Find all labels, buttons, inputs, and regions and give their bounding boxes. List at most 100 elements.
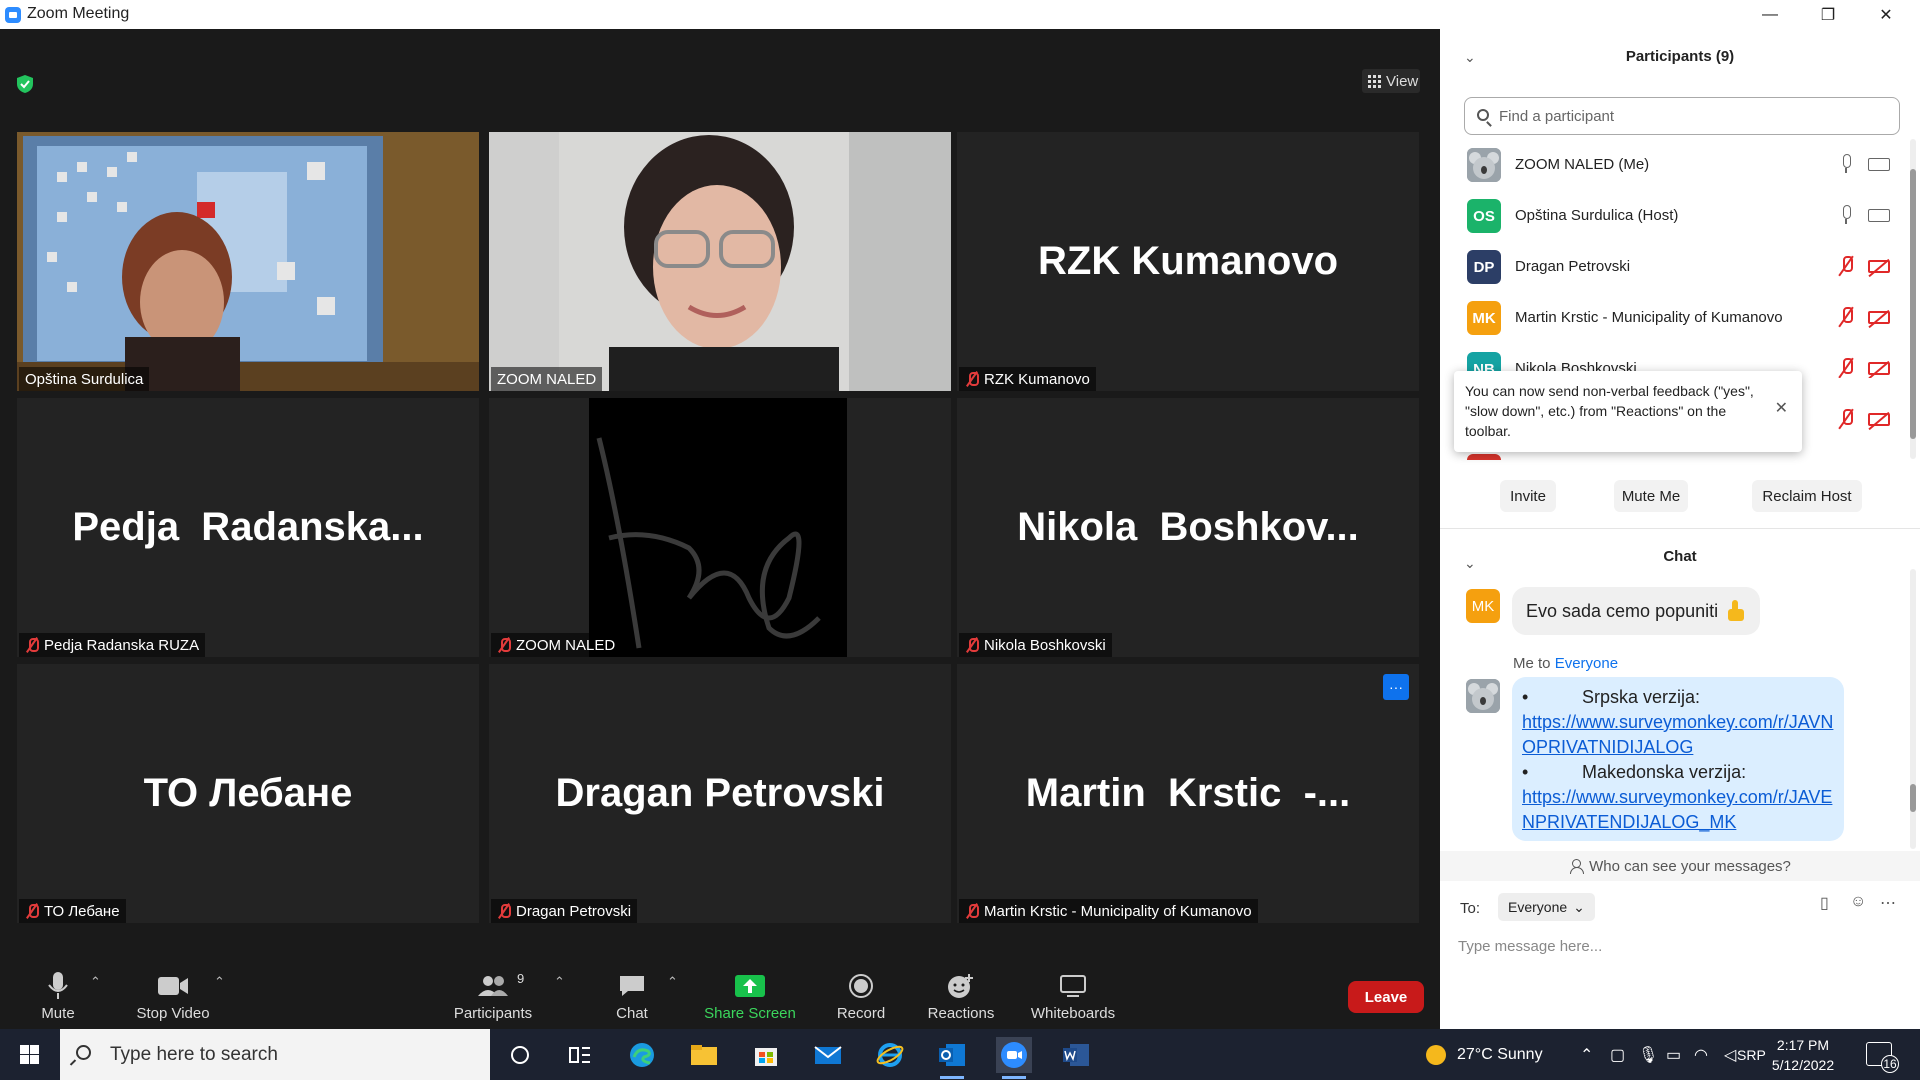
cortana-icon[interactable] <box>502 1037 538 1073</box>
participant-row[interactable]: ZOOM NALED (Me) <box>1440 140 1900 191</box>
notification-center-icon[interactable]: 16 <box>1866 1042 1899 1073</box>
participant-name-display: Pedja Radanska... <box>72 505 424 549</box>
microphone-icon[interactable] <box>1840 154 1852 174</box>
battery-icon[interactable]: ▭ <box>1666 1029 1681 1080</box>
internet-explorer-icon[interactable] <box>872 1037 908 1073</box>
muted-mic-icon <box>25 637 39 653</box>
microsoft-store-icon[interactable] <box>748 1037 784 1073</box>
video-tile-opstina-surdulica[interactable]: Opština Surdulica <box>17 132 479 391</box>
record-button[interactable]: Record <box>830 952 892 1029</box>
meeting-tray-icon[interactable]: ▢ <box>1610 1029 1625 1080</box>
recipient-dropdown[interactable]: Everyone ⌄ <box>1498 893 1595 921</box>
view-button[interactable]: View <box>1362 69 1420 93</box>
language-indicator[interactable]: SRP <box>1737 1029 1766 1080</box>
panel-divider <box>1440 528 1920 529</box>
speaker-icon[interactable]: ◁ <box>1724 1029 1736 1080</box>
chat-options-chevron-icon[interactable]: ⌃ <box>667 974 678 990</box>
video-off-icon[interactable] <box>1868 260 1890 273</box>
chat-scroll-thumb[interactable] <box>1910 784 1916 812</box>
start-button[interactable] <box>0 1029 58 1080</box>
avatar <box>1467 148 1501 182</box>
more-options-icon[interactable]: ⋯ <box>1880 893 1896 913</box>
reactions-button[interactable]: Reactions <box>925 952 997 1029</box>
share-screen-icon <box>735 975 765 997</box>
minimize-button[interactable]: — <box>1741 0 1799 29</box>
task-view-icon[interactable] <box>562 1037 598 1073</box>
video-tile-nikola-boshkovski[interactable]: Nikola Boshkov... Nikola Boshkovski <box>957 398 1419 657</box>
video-tile-dragan-petrovski[interactable]: Dragan Petrovski Dragan Petrovski <box>489 664 951 923</box>
video-camera-icon[interactable] <box>1868 209 1890 222</box>
video-feed-signature <box>489 398 951 657</box>
wifi-icon[interactable]: ◠ <box>1694 1029 1708 1080</box>
participant-row[interactable]: OS Opština Surdulica (Host) <box>1440 191 1900 242</box>
taskbar-search-input[interactable] <box>60 1029 490 1080</box>
participants-scrollbar[interactable] <box>1910 139 1916 459</box>
mute-me-button[interactable]: Mute Me <box>1614 480 1688 512</box>
chat-message-input[interactable] <box>1458 931 1898 961</box>
reclaim-host-button[interactable]: Reclaim Host <box>1752 480 1862 512</box>
file-icon[interactable]: ▯ <box>1820 893 1829 913</box>
show-hidden-icons-chevron-icon[interactable]: ⌃ <box>1580 1029 1593 1080</box>
avatar: MK <box>1466 589 1500 623</box>
chat-button[interactable]: Chat <box>600 952 664 1029</box>
encryption-shield-icon[interactable] <box>15 74 35 94</box>
word-icon[interactable] <box>1058 1037 1094 1073</box>
chat-scrollbar[interactable] <box>1910 569 1916 849</box>
video-tile-zoom-naled[interactable]: ZOOM NALED <box>489 132 951 391</box>
close-button[interactable]: ✕ <box>1857 0 1915 29</box>
edge-icon[interactable] <box>624 1037 660 1073</box>
participants-button[interactable]: 9 Participants <box>450 952 536 1029</box>
video-options-chevron-icon[interactable]: ⌃ <box>214 974 225 990</box>
file-explorer-icon[interactable] <box>686 1037 722 1073</box>
chat-title: Chat <box>1663 548 1697 565</box>
video-tile-rzk-kumanovo[interactable]: RZK Kumanovo RZK Kumanovo <box>957 132 1419 391</box>
muted-mic-icon[interactable] <box>1840 256 1853 276</box>
video-camera-icon[interactable] <box>1868 158 1890 171</box>
stop-video-button[interactable]: Stop Video <box>130 952 216 1029</box>
muted-mic-icon[interactable] <box>1840 307 1853 327</box>
find-participant-input[interactable]: Find a participant <box>1464 97 1900 135</box>
record-icon <box>849 974 873 998</box>
video-off-icon[interactable] <box>1868 311 1890 324</box>
muted-mic-icon <box>25 903 39 919</box>
bullet: • <box>1522 762 1529 782</box>
chat-bubble-icon <box>620 976 644 996</box>
who-can-see-link[interactable]: Who can see your messages? <box>1440 851 1920 881</box>
microphone-icon[interactable] <box>1840 205 1852 225</box>
survey-link-serbian[interactable]: https://www.surveymonkey.com/r/JAVNOPRIV… <box>1522 712 1833 757</box>
mail-icon[interactable] <box>810 1037 846 1073</box>
outlook-icon[interactable] <box>934 1037 970 1079</box>
taskbar-clock[interactable]: 2:17 PM 5/12/2022 <box>1765 1035 1841 1075</box>
restore-button[interactable]: ❐ <box>1799 0 1857 29</box>
muted-mic-icon[interactable] <box>1840 358 1853 378</box>
microphone-tray-icon[interactable]: 🎙 <box>1638 1029 1658 1080</box>
video-tile-zoom-naled-2[interactable]: ZOOM NALED <box>489 398 951 657</box>
survey-link-macedonian[interactable]: https://www.surveymonkey.com/r/JAVENPRIV… <box>1522 787 1832 832</box>
whiteboards-button[interactable]: Whiteboards <box>1025 952 1121 1029</box>
participants-options-chevron-icon[interactable]: ⌃ <box>554 974 565 990</box>
video-tile-pedja-radanska[interactable]: Pedja Radanska... Pedja Radanska RUZA <box>17 398 479 657</box>
participant-name-label: Pedja Radanska RUZA <box>19 633 206 657</box>
recipient-link[interactable]: Everyone <box>1555 655 1618 672</box>
invite-button[interactable]: Invite <box>1500 480 1556 512</box>
participant-row[interactable]: DP Dragan Petrovski <box>1440 242 1900 293</box>
share-screen-button[interactable]: Share Screen <box>700 952 800 1029</box>
leave-button[interactable]: Leave <box>1348 981 1424 1013</box>
video-tile-martin-krstic[interactable]: Martin Krstic -... Martin Krstic - Munic… <box>957 664 1419 923</box>
microphone-icon <box>48 972 68 999</box>
tile-more-options-button[interactable]: ··· <box>1383 674 1409 700</box>
video-off-icon[interactable] <box>1868 362 1890 375</box>
tooltip-close-icon[interactable]: ✕ <box>1775 399 1788 419</box>
participant-row[interactable]: MK Martin Krstic - Municipality of Kuman… <box>1440 293 1900 344</box>
emoji-icon[interactable]: ☺ <box>1850 893 1866 911</box>
participant-name-label: Opština Surdulica <box>19 367 150 391</box>
weather-widget[interactable]: 27°C Sunny <box>1425 1029 1543 1080</box>
mute-button[interactable]: Mute <box>30 952 86 1029</box>
video-tile-to-lebane[interactable]: ТО Лебане ТО Лебане <box>17 664 479 923</box>
muted-mic-icon[interactable] <box>1840 409 1853 429</box>
participants-scroll-thumb[interactable] <box>1910 169 1916 439</box>
zoom-taskbar-icon[interactable] <box>996 1037 1032 1079</box>
audio-options-chevron-icon[interactable]: ⌃ <box>90 974 101 990</box>
chevron-down-icon: ⌄ <box>1573 898 1585 915</box>
video-off-icon[interactable] <box>1868 413 1890 426</box>
